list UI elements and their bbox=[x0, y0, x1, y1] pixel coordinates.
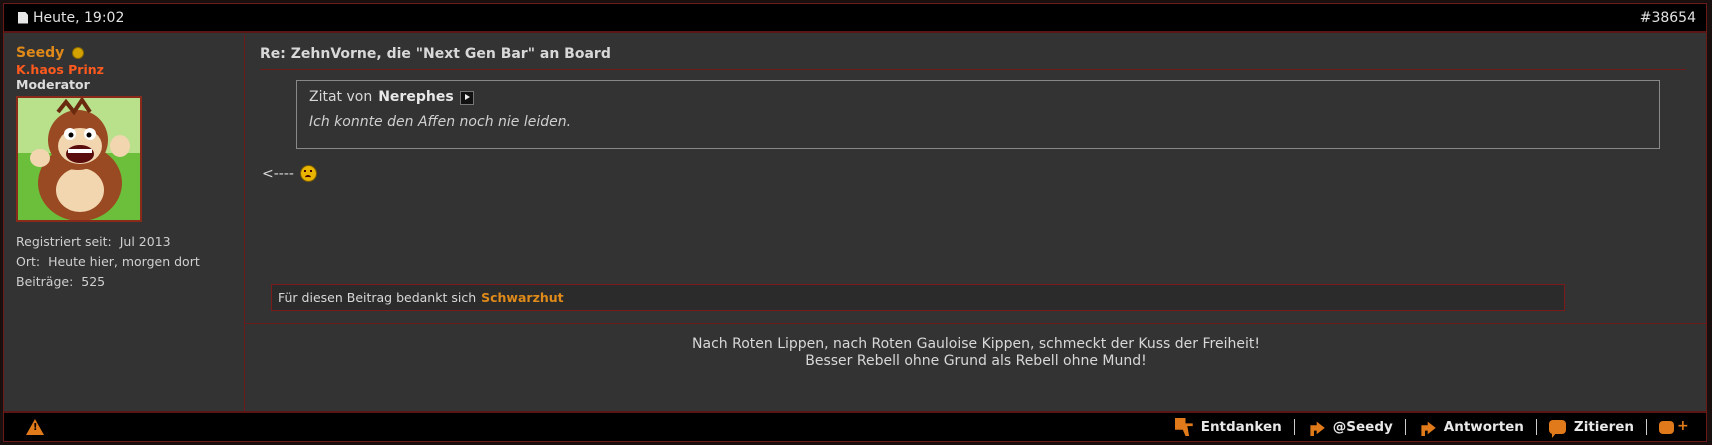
signature-line-2: Besser Rebell ohne Grund als Rebell ohne… bbox=[805, 353, 1147, 369]
quote-text: Ich konnte den Affen noch nie leiden. bbox=[309, 114, 572, 130]
quote-prefix: Zitat von bbox=[309, 88, 373, 105]
post-date: Heute, 19:02 bbox=[18, 10, 124, 26]
unthank-label: Entdanken bbox=[1200, 419, 1282, 435]
thumbs-down-icon bbox=[1174, 418, 1193, 436]
thanks-user-link[interactable]: Schwarzhut bbox=[481, 290, 564, 305]
signature: Nach Roten Lippen, nach Roten Gauloise K… bbox=[246, 336, 1706, 370]
post-footer: Entdanken @Seedy Antworten Zitieren bbox=[4, 411, 1706, 441]
signature-line-1: Nach Roten Lippen, nach Roten Gauloise K… bbox=[692, 336, 1260, 352]
post-date-text: Heute, 19:02 bbox=[33, 9, 125, 26]
document-icon bbox=[18, 11, 28, 24]
user-title: Moderator bbox=[16, 77, 90, 92]
signature-divider bbox=[246, 323, 1706, 324]
multi-quote-button[interactable] bbox=[1647, 418, 1696, 434]
online-status-icon bbox=[72, 47, 85, 59]
registered-label: Registriert seit: bbox=[16, 234, 112, 249]
post-message: <---- bbox=[262, 165, 317, 182]
username-link[interactable]: Seedy bbox=[16, 45, 64, 61]
post-actions: Entdanken @Seedy Antworten Zitieren bbox=[1163, 418, 1696, 438]
reply-button[interactable]: Antworten bbox=[1406, 418, 1536, 436]
unthank-button[interactable]: Entdanken bbox=[1163, 418, 1294, 436]
quote-block: Zitat von Nerephes Ich konnte den Affen … bbox=[296, 80, 1660, 149]
title-divider bbox=[260, 69, 1686, 70]
reply-arrow-icon bbox=[1421, 421, 1436, 436]
quote-button[interactable]: Zitieren bbox=[1537, 419, 1646, 438]
location-value: Heute hier, morgen dort bbox=[48, 254, 200, 269]
mention-arrow-icon bbox=[1310, 421, 1325, 436]
quote-bubble-icon bbox=[1548, 420, 1566, 438]
reply-label: Antworten bbox=[1443, 419, 1524, 435]
user-rank: K.haos Prinz bbox=[16, 62, 104, 77]
mention-label: @Seedy bbox=[1332, 419, 1393, 435]
report-warning-icon[interactable] bbox=[26, 419, 44, 435]
user-info-panel: Seedy K.haos Prinz Moderator Registriert… bbox=[4, 35, 245, 411]
message-text: <---- bbox=[262, 165, 294, 182]
location-label: Ort: bbox=[16, 254, 41, 269]
quote-header: Zitat von Nerephes bbox=[309, 88, 1647, 105]
posts-value: 525 bbox=[81, 274, 106, 289]
multi-quote-icon bbox=[1659, 418, 1689, 434]
post-title: Re: ZehnVorne, die "Next Gen Bar" an Boa… bbox=[260, 46, 611, 62]
quote-author: Nerephes bbox=[378, 88, 454, 105]
forum-post: Heute, 19:02 #38654 Seedy K.haos Prinz M… bbox=[3, 3, 1707, 442]
registered-value: Jul 2013 bbox=[119, 234, 171, 249]
user-meta: Registriert seit: Jul 2013 Ort: Heute hier… bbox=[16, 232, 244, 292]
post-number-link[interactable]: #38654 bbox=[1640, 10, 1696, 26]
post-content: Re: ZehnVorne, die "Next Gen Bar" an Boa… bbox=[246, 35, 1706, 411]
post-header: Heute, 19:02 #38654 bbox=[4, 4, 1706, 33]
avatar[interactable] bbox=[16, 96, 142, 222]
view-post-arrow-icon[interactable] bbox=[459, 91, 474, 105]
mention-button[interactable]: @Seedy bbox=[1295, 418, 1405, 436]
sad-smiley-icon bbox=[299, 165, 317, 182]
thanks-text: Für diesen Beitrag bedankt sich bbox=[278, 290, 477, 305]
quote-label: Zitieren bbox=[1573, 419, 1634, 435]
posts-label: Beiträge: bbox=[16, 274, 74, 289]
thanks-box: Für diesen Beitrag bedankt sich Schwarzh… bbox=[271, 284, 1565, 311]
